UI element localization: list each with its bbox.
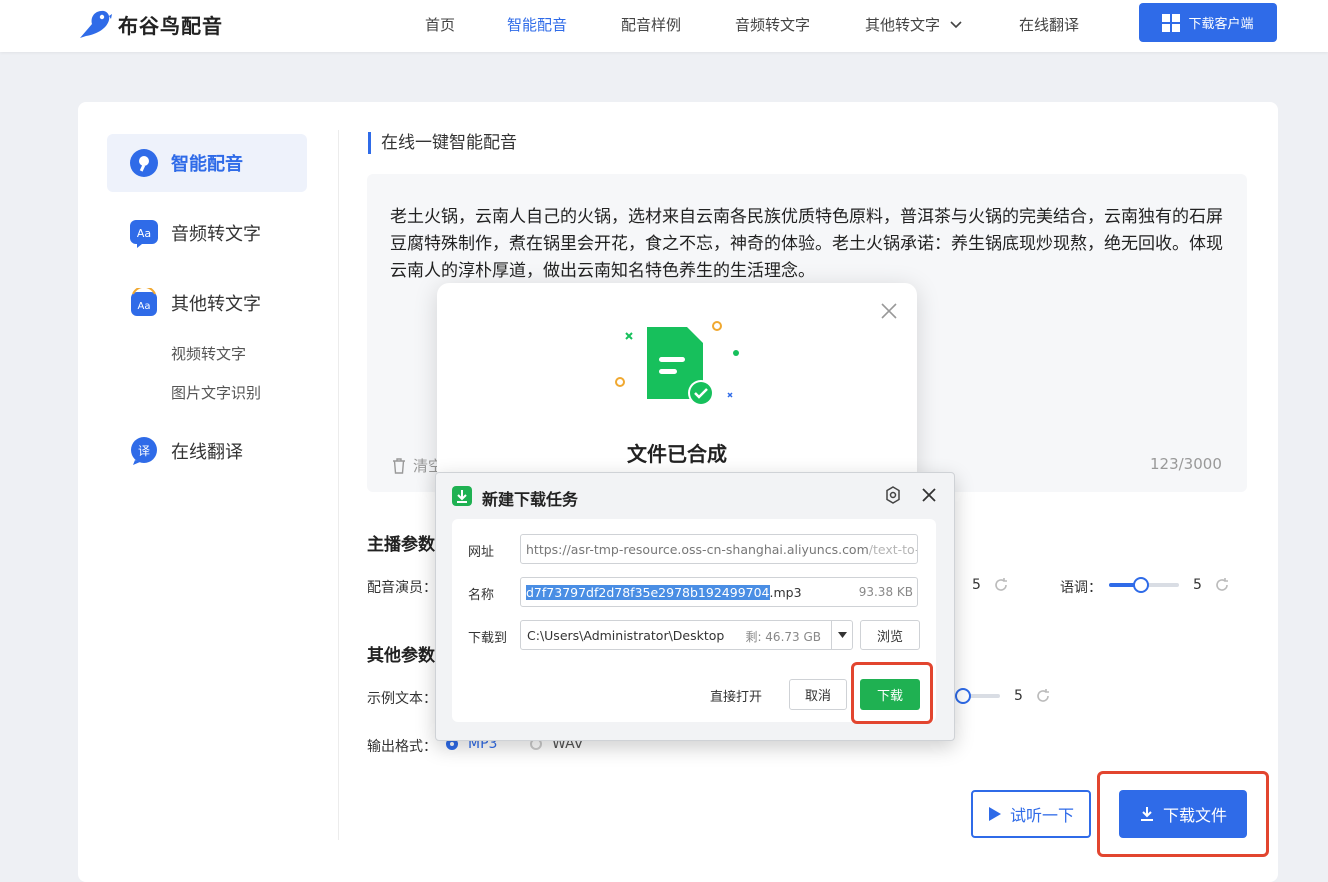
pitch-slider[interactable] bbox=[1109, 577, 1179, 593]
save-path-text: C:\Users\Administrator\Desktop bbox=[527, 627, 725, 643]
save-path-field[interactable]: C:\Users\Administrator\Desktop 剩: 46.73 … bbox=[520, 620, 832, 650]
nav-online-translate[interactable]: 在线翻译 bbox=[1019, 14, 1079, 35]
trash-icon bbox=[393, 458, 405, 474]
section-title: 在线一键智能配音 bbox=[368, 132, 517, 154]
document-check-icon bbox=[615, 321, 739, 406]
sidebar-divider bbox=[338, 130, 339, 840]
nav-home[interactable]: 首页 bbox=[425, 14, 455, 35]
url-text: https://asr-tmp-resource.oss-cn-shanghai… bbox=[526, 541, 869, 557]
dubbing-text-content[interactable]: 老土火锅，云南人自己的火锅，选材来自云南各民族优质特色原料，普洱茶与火锅的完美结… bbox=[390, 204, 1226, 285]
aa-convert-icon: Aa bbox=[131, 288, 157, 316]
try-listen-label: 试听一下 bbox=[1009, 806, 1074, 825]
sample-slider[interactable] bbox=[955, 688, 1000, 704]
url-label: 网址 bbox=[468, 545, 495, 560]
sidebar-sub-image-ocr[interactable]: 图片文字识别 bbox=[171, 382, 261, 403]
path-dropdown-button[interactable] bbox=[831, 620, 853, 650]
downloader-app-icon bbox=[452, 486, 472, 506]
pitch-slider-knob[interactable] bbox=[1133, 577, 1149, 593]
translate-icon: 译 bbox=[131, 437, 157, 465]
windows-icon bbox=[1162, 13, 1181, 32]
settings-icon[interactable] bbox=[884, 486, 902, 504]
close-icon[interactable] bbox=[880, 302, 898, 320]
sample-slider-knob[interactable] bbox=[955, 688, 971, 704]
pitch-label: 语调： bbox=[1060, 580, 1102, 596]
close-icon[interactable] bbox=[921, 487, 937, 503]
sidebar-item-other-to-text[interactable]: Aa 其他转文字 bbox=[107, 274, 307, 332]
sidebar-item-online-translate[interactable]: 译 在线翻译 bbox=[107, 422, 307, 480]
sample-text-label: 示例文本： bbox=[367, 691, 437, 707]
sidebar-item-label: 其他转文字 bbox=[171, 294, 261, 315]
nav-other-to-text-label: 其他转文字 bbox=[865, 16, 941, 34]
cuckoo-bird-icon bbox=[80, 10, 112, 39]
speed-value: 5 bbox=[972, 577, 981, 593]
svg-text:Aa: Aa bbox=[137, 227, 151, 240]
brand-name: 布谷鸟配音 bbox=[118, 13, 223, 38]
try-listen-button[interactable]: 试听一下 bbox=[971, 790, 1091, 838]
nav-audio-to-text[interactable]: 音频转文字 bbox=[735, 14, 810, 35]
caret-down-icon bbox=[837, 632, 847, 638]
pitch-value: 5 bbox=[1193, 577, 1202, 593]
chevron-down-icon bbox=[950, 21, 962, 29]
voice-actor-label: 配音演员： bbox=[367, 580, 437, 596]
nav-other-to-text[interactable]: 其他转文字 bbox=[865, 14, 963, 35]
aa-text-icon: Aa bbox=[130, 220, 158, 248]
sidebar-item-audio-to-text[interactable]: Aa 音频转文字 bbox=[107, 204, 307, 262]
download-client-label: 下载客户端 bbox=[1188, 17, 1254, 32]
sidebar-item-label: 智能配音 bbox=[171, 154, 243, 175]
free-space: 剩: 46.73 GB bbox=[745, 630, 821, 644]
dialog-title: 新建下载任务 bbox=[482, 490, 579, 509]
char-counter: 123/3000 bbox=[1150, 455, 1222, 473]
play-icon bbox=[988, 807, 1001, 821]
svg-text:译: 译 bbox=[138, 444, 150, 458]
file-size: 93.38 KB bbox=[858, 585, 913, 599]
browse-button[interactable]: 浏览 bbox=[860, 620, 920, 650]
svg-text:Aa: Aa bbox=[138, 301, 151, 312]
name-label: 名称 bbox=[468, 588, 495, 603]
voice-icon bbox=[130, 149, 158, 177]
open-directly-button[interactable]: 直接打开 bbox=[710, 686, 762, 705]
filename-extension: .mp3 bbox=[769, 584, 802, 600]
sidebar-item-smart-dubbing[interactable]: 智能配音 bbox=[107, 134, 307, 192]
highlight-box bbox=[851, 662, 933, 724]
sample-value: 5 bbox=[1014, 688, 1023, 704]
sidebar-item-label: 音频转文字 bbox=[171, 224, 261, 245]
reset-icon[interactable] bbox=[1034, 687, 1052, 705]
filename-selected-text: d7f73797df2d78f35e2978b192499704 bbox=[526, 584, 770, 600]
filename-field[interactable]: d7f73797df2d78f35e2978b192499704 .mp3 93.… bbox=[520, 577, 918, 607]
sidebar-sub-video-to-text[interactable]: 视频转文字 bbox=[171, 343, 246, 364]
reset-icon[interactable] bbox=[992, 576, 1010, 594]
url-tail-text: /text-to-voic bbox=[868, 541, 918, 557]
output-format-label: 输出格式： bbox=[367, 739, 437, 755]
brand-logo[interactable]: 布谷鸟配音 bbox=[78, 8, 223, 40]
other-params-title: 其他参数 bbox=[367, 646, 435, 666]
nav-smart-dubbing[interactable]: 智能配音 bbox=[507, 14, 567, 35]
file-synthesized-title: 文件已合成 bbox=[627, 442, 727, 466]
highlight-box bbox=[1097, 771, 1269, 857]
reset-icon[interactable] bbox=[1213, 576, 1231, 594]
nav-dubbing-samples[interactable]: 配音样例 bbox=[621, 14, 681, 35]
url-field[interactable]: https://asr-tmp-resource.oss-cn-shanghai… bbox=[520, 534, 918, 564]
download-client-button[interactable]: 下载客户端 bbox=[1139, 3, 1277, 42]
top-header: 布谷鸟配音 首页 智能配音 配音样例 音频转文字 其他转文字 在线翻译 下载客户… bbox=[0, 0, 1328, 52]
sidebar-item-label: 在线翻译 bbox=[171, 442, 243, 463]
cancel-button[interactable]: 取消 bbox=[789, 679, 847, 710]
save-to-label: 下载到 bbox=[468, 631, 508, 646]
anchor-params-title: 主播参数 bbox=[367, 535, 435, 555]
